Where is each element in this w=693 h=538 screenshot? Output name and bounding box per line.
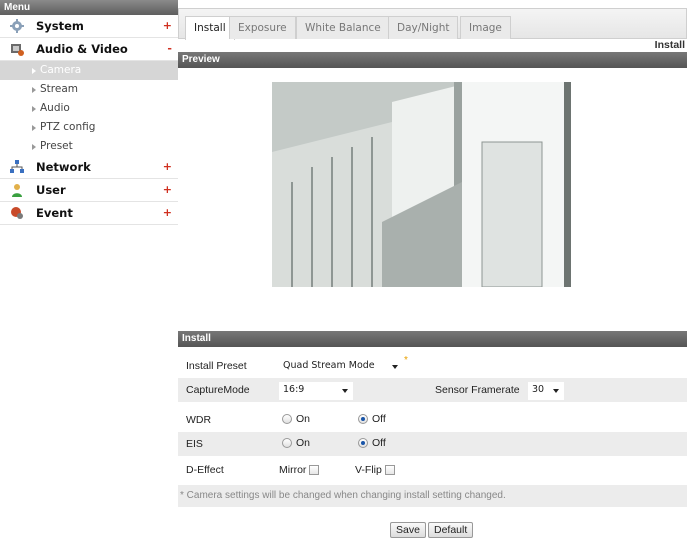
mirror-checkbox[interactable] — [309, 465, 320, 476]
d-effect-row: D-Effect Mirror V-Flip — [178, 458, 687, 482]
user-icon — [10, 183, 24, 197]
save-button[interactable]: Save — [390, 522, 426, 538]
audio-video-icon — [10, 42, 24, 56]
tab-image[interactable]: Image — [460, 16, 511, 39]
sidebar-section-user[interactable]: User + — [0, 179, 178, 202]
tab-white-balance[interactable]: White Balance — [296, 16, 390, 39]
install-preset-label: Install Preset — [186, 360, 247, 372]
d-effect-label: D-Effect — [186, 464, 224, 476]
sidebar-section-network[interactable]: Network + — [0, 156, 178, 179]
eis-label: EIS — [186, 438, 203, 450]
expand-icon[interactable]: + — [163, 19, 172, 32]
sidebar: Menu System + Audio & Video - Camera Str… — [0, 0, 178, 535]
eis-off-label: Off — [372, 437, 386, 449]
sidebar-section-label: Network — [36, 160, 91, 174]
wdr-row: WDR On Off — [178, 408, 687, 432]
wdr-label: WDR — [186, 414, 212, 426]
capture-mode-row: CaptureMode 16:9 Sensor Framerate 30 — [178, 378, 687, 402]
install-note: * Camera settings will be changed when c… — [180, 490, 506, 501]
tab-install[interactable]: Install — [185, 16, 235, 40]
eis-on-label: On — [296, 437, 311, 449]
sensor-framerate-select[interactable]: 30 — [528, 382, 564, 400]
vflip-checkbox[interactable] — [384, 465, 395, 476]
sidebar-item-stream[interactable]: Stream — [0, 80, 178, 99]
network-icon — [10, 160, 24, 174]
wdr-on-label: On — [296, 413, 311, 425]
capture-mode-select[interactable]: 16:9 — [279, 382, 353, 400]
radio-selected-icon — [358, 438, 368, 448]
sidebar-section-label: User — [36, 183, 66, 197]
default-button[interactable]: Default — [428, 522, 474, 538]
install-header: Install — [178, 331, 687, 347]
install-preset-select[interactable]: Quad Stream Mode — [279, 358, 403, 376]
sensor-framerate-label: Sensor Framerate — [435, 384, 520, 396]
chevron-down-icon — [392, 365, 398, 369]
sidebar-section-event[interactable]: Event + — [0, 202, 178, 225]
event-icon — [10, 206, 24, 220]
sidebar-section-audio-video[interactable]: Audio & Video - — [0, 38, 178, 61]
collapse-icon[interactable]: - — [167, 42, 172, 55]
vflip-option[interactable]: V-Flip — [355, 464, 395, 476]
main-panel: Install Exposure White Balance Day/Night… — [178, 0, 687, 538]
required-mark: * — [404, 355, 408, 366]
sidebar-item-preset[interactable]: Preset — [0, 137, 178, 156]
install-preset-value: Quad Stream Mode — [283, 360, 375, 371]
expand-icon[interactable]: + — [163, 160, 172, 173]
sidebar-item-audio[interactable]: Audio — [0, 99, 178, 118]
expand-icon[interactable]: + — [163, 206, 172, 219]
mirror-option[interactable]: Mirror — [279, 464, 320, 476]
radio-icon — [282, 414, 292, 424]
wdr-off-radio[interactable]: Off — [358, 413, 386, 425]
eis-off-radio[interactable]: Off — [358, 437, 386, 449]
radio-icon — [282, 438, 292, 448]
tab-exposure[interactable]: Exposure — [229, 16, 296, 39]
chevron-down-icon — [553, 389, 559, 393]
mirror-label: Mirror — [279, 464, 307, 476]
page-title: Install — [654, 39, 685, 51]
system-gear-icon — [10, 19, 24, 33]
expand-icon[interactable]: + — [163, 183, 172, 196]
camera-preview-image — [272, 82, 571, 287]
install-preset-row: Install Preset Quad Stream Mode * — [178, 354, 687, 378]
tab-day-night[interactable]: Day/Night — [388, 16, 459, 39]
radio-selected-icon — [358, 414, 368, 424]
sensor-framerate-value: 30 — [532, 384, 545, 395]
sidebar-section-label: Audio & Video — [36, 42, 128, 56]
eis-row: EIS On Off — [178, 432, 687, 456]
wdr-on-radio[interactable]: On — [282, 413, 310, 425]
sidebar-section-system[interactable]: System + — [0, 15, 178, 38]
vflip-label: V-Flip — [355, 464, 382, 476]
capture-mode-label: CaptureMode — [186, 384, 250, 396]
sidebar-item-ptz-config[interactable]: PTZ config — [0, 118, 178, 137]
menu-header: Menu — [0, 0, 178, 15]
eis-on-radio[interactable]: On — [282, 437, 310, 449]
preview-header: Preview — [178, 52, 687, 68]
sidebar-section-label: System — [36, 19, 84, 33]
sidebar-item-camera[interactable]: Camera — [0, 61, 178, 80]
capture-mode-value: 16:9 — [283, 384, 305, 395]
chevron-down-icon — [342, 389, 348, 393]
sidebar-section-label: Event — [36, 206, 73, 220]
tab-bar: Install Exposure White Balance Day/Night… — [178, 8, 687, 40]
wdr-off-label: Off — [372, 413, 386, 425]
note-row: * Camera settings will be changed when c… — [178, 485, 687, 507]
